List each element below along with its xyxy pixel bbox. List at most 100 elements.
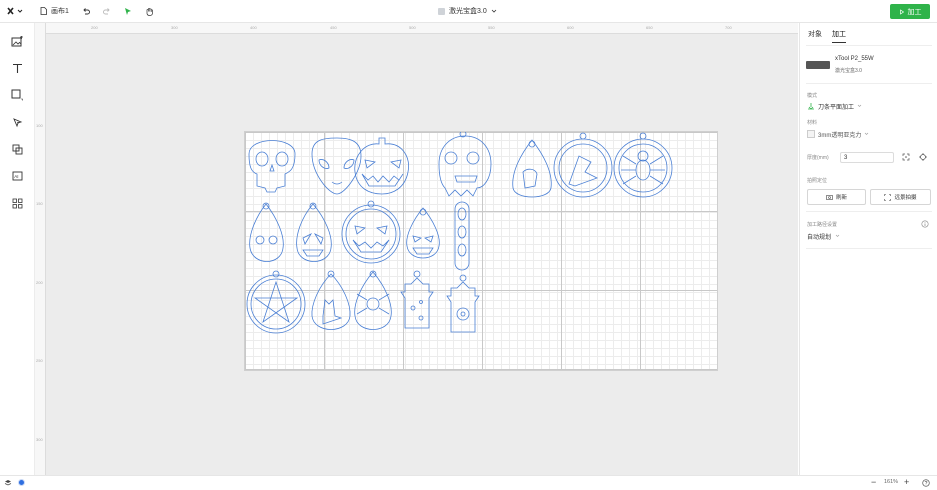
- boo-ornament[interactable]: [454, 201, 470, 271]
- ruler-label: 300: [36, 437, 43, 442]
- ruler-label: 300: [171, 25, 178, 30]
- spider-ornament[interactable]: [613, 132, 673, 198]
- machine-name: xTool P2_55W: [835, 56, 874, 62]
- ruler-label: 200: [91, 25, 98, 30]
- mode-label: 模式: [807, 93, 818, 99]
- divider: [806, 45, 932, 46]
- help-icon[interactable]: [921, 220, 929, 230]
- positioning-label: 拍照定位: [807, 178, 828, 184]
- question-icon: [922, 479, 930, 487]
- shape-tool[interactable]: [10, 88, 24, 102]
- tab-object[interactable]: 对象: [808, 29, 822, 43]
- apps-tool[interactable]: [10, 196, 24, 210]
- status-bar: − 161% +: [0, 475, 937, 490]
- ruler-label: 600: [567, 25, 574, 30]
- tab-process[interactable]: 加工: [832, 29, 846, 43]
- drop-ornament-3[interactable]: [296, 202, 332, 262]
- undo-icon: [83, 8, 90, 15]
- skull-ornament[interactable]: [248, 140, 296, 193]
- document-title: 激光宝盒3.0: [449, 8, 487, 15]
- target-icon: [919, 153, 927, 161]
- material-value: 3mm透明亚克力: [818, 132, 862, 139]
- material-label: 材料: [807, 120, 818, 126]
- alien-ornament[interactable]: [311, 137, 362, 195]
- ruler-label: 250: [36, 358, 43, 363]
- redo-button[interactable]: [103, 0, 111, 22]
- path-select[interactable]: 自动规划: [807, 231, 840, 241]
- drop-ornament-1[interactable]: [512, 139, 552, 198]
- svg-text:AI: AI: [14, 174, 18, 179]
- work-bed[interactable]: [244, 131, 718, 371]
- machine-sub: 激光宝盒3.0: [835, 68, 862, 74]
- text-tool[interactable]: [10, 61, 24, 75]
- ruler-top: 200 300 400 450 500 550 600 650 700: [45, 23, 798, 34]
- refresh-label: 刷新: [835, 195, 847, 201]
- chevron-down-icon: [857, 104, 862, 107]
- material-swatch-icon: [807, 130, 815, 138]
- cursor-icon: [125, 7, 131, 15]
- material-select[interactable]: 3mm透明亚克力: [807, 129, 869, 139]
- divider: [806, 248, 932, 249]
- machine-card[interactable]: xTool P2_55W 激光宝盒3.0: [806, 53, 932, 77]
- path-settings-label: 加工路径设置: [807, 222, 838, 228]
- machine-image-icon: [806, 61, 830, 69]
- ruler-left: 100 150 200 250 300: [35, 23, 46, 475]
- ai-icon: AI: [12, 171, 22, 180]
- left-toolbar: AI: [0, 23, 35, 475]
- pumpkin-round-ornament[interactable]: [341, 200, 401, 264]
- apps-icon: [12, 198, 22, 208]
- redo-icon: [103, 8, 110, 15]
- thickness-input[interactable]: 3: [840, 152, 894, 163]
- zoom-level[interactable]: 161%: [884, 479, 898, 485]
- spider-drop-ornament[interactable]: [354, 270, 392, 330]
- black-cat-ornament[interactable]: [311, 270, 351, 330]
- lantern-ornament-1[interactable]: [400, 270, 434, 329]
- select-tool-button[interactable]: [124, 0, 132, 22]
- process-button[interactable]: 加工: [890, 4, 930, 19]
- drop-ornament-2[interactable]: [249, 202, 284, 262]
- canvas-workspace[interactable]: 200 300 400 450 500 550 600 650 700 100 …: [35, 23, 798, 475]
- pentagram-ornament[interactable]: [246, 270, 306, 334]
- ai-tool[interactable]: AI: [10, 169, 24, 183]
- thickness-value: 3: [844, 154, 848, 161]
- divider: [806, 211, 932, 212]
- drop-ornament-4[interactable]: [406, 207, 440, 259]
- pumpkin-ornament[interactable]: [354, 137, 409, 195]
- mode-select[interactable]: 刀条平面加工: [807, 101, 862, 111]
- hand-tool-button[interactable]: [145, 0, 154, 22]
- mode-value: 刀条平面加工: [818, 104, 855, 111]
- image-icon: [11, 35, 23, 46]
- laser-icon: [808, 103, 814, 110]
- image-tool[interactable]: [10, 34, 24, 48]
- chevron-down-icon: [865, 132, 869, 135]
- text-icon: [12, 63, 22, 73]
- divider: [806, 83, 932, 84]
- process-button-label: 加工: [907, 8, 922, 16]
- zoom-out-button[interactable]: −: [871, 477, 876, 487]
- retake-button[interactable]: 远景拍摄: [870, 189, 931, 205]
- document-title-dropdown[interactable]: 激光宝盒3.0: [438, 0, 497, 22]
- app-menu-button[interactable]: [7, 0, 23, 22]
- connection-status-icon[interactable]: [18, 479, 25, 486]
- layers-tool[interactable]: [10, 142, 24, 156]
- witch-ornament[interactable]: [553, 132, 613, 198]
- measure-button[interactable]: [902, 153, 910, 163]
- layers-toggle[interactable]: [4, 479, 12, 489]
- lantern-ornament-2[interactable]: [446, 274, 480, 333]
- refresh-button[interactable]: 刷新: [807, 189, 866, 205]
- layers-icon: [12, 144, 22, 154]
- canvas-name-button[interactable]: 画布1: [40, 0, 69, 22]
- hand-icon: [146, 7, 153, 16]
- ruler-label: 100: [36, 123, 43, 128]
- device-icon: [438, 7, 445, 15]
- pen-tool[interactable]: [10, 115, 24, 129]
- undo-button[interactable]: [82, 0, 90, 22]
- zoom-in-button[interactable]: +: [904, 477, 909, 487]
- target-button[interactable]: [919, 153, 927, 163]
- file-icon: [40, 7, 47, 15]
- help-button[interactable]: [922, 479, 930, 489]
- ruler-label: 400: [250, 25, 257, 30]
- ghost-round-ornament[interactable]: [438, 132, 492, 197]
- chevron-down-icon: [491, 9, 497, 13]
- path-value: 自动规划: [807, 234, 832, 241]
